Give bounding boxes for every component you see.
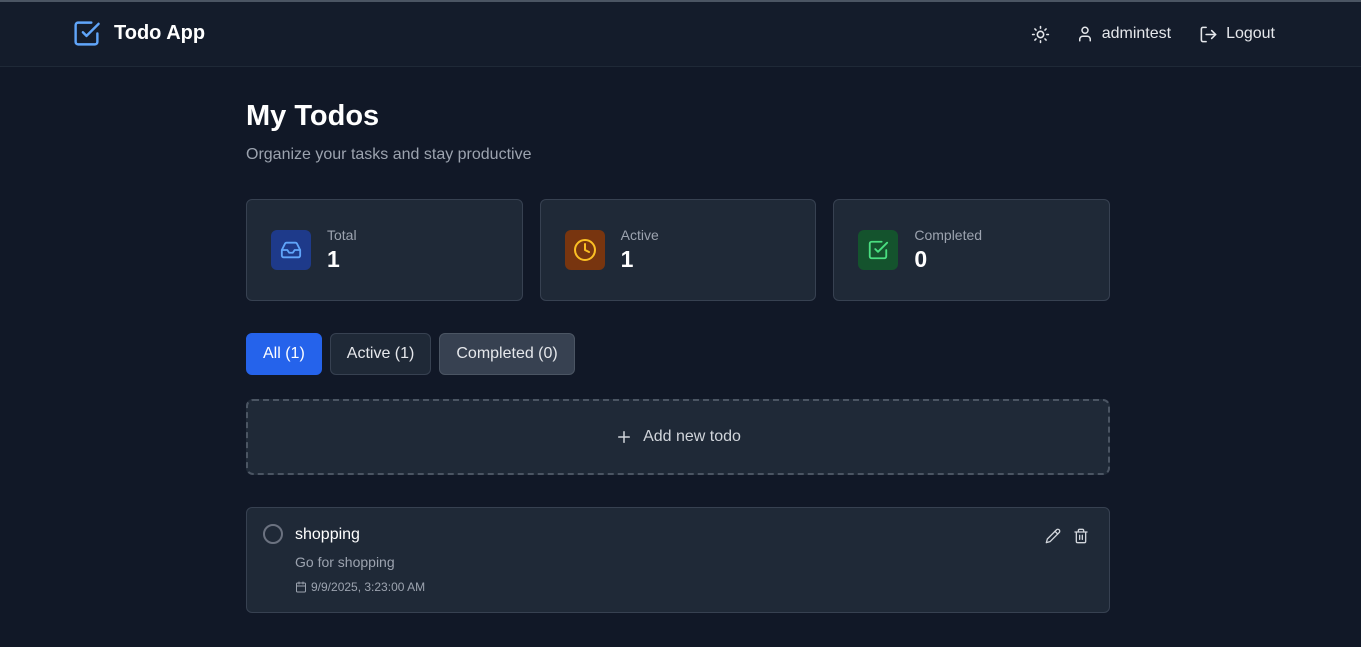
theme-toggle-button[interactable] xyxy=(1030,23,1052,45)
user-profile[interactable]: admintest xyxy=(1076,25,1171,43)
filter-completed-button[interactable]: Completed (0) xyxy=(439,333,575,375)
calendar-icon xyxy=(295,581,307,593)
logout-button[interactable]: Logout xyxy=(1199,25,1275,44)
logout-icon xyxy=(1199,25,1218,44)
pencil-icon xyxy=(1045,528,1061,544)
user-icon xyxy=(1076,25,1094,43)
plus-icon xyxy=(615,428,633,446)
check-square-logo-icon xyxy=(72,19,101,48)
filter-active-button[interactable]: Active (1) xyxy=(329,333,432,375)
todo-item: shopping Go for shopping 9/9/2025, 3:23:… xyxy=(246,507,1110,613)
page-title: My Todos xyxy=(246,100,380,132)
stat-value-total: 1 xyxy=(327,246,340,272)
filter-all-button[interactable]: All (1) xyxy=(246,333,322,375)
todo-description: Go for shopping xyxy=(295,554,395,570)
stat-label-total: Total xyxy=(327,227,357,243)
sun-icon xyxy=(1031,25,1050,44)
trash-icon xyxy=(1073,528,1089,544)
todo-complete-checkbox[interactable] xyxy=(263,524,283,544)
todo-date-text: 9/9/2025, 3:23:00 AM xyxy=(311,580,426,594)
stat-icon-box-completed xyxy=(858,230,899,270)
stat-icon-box-active xyxy=(564,230,605,270)
filter-tabs: All (1) Active (1) Completed (0) xyxy=(246,333,575,375)
stat-icon-box-total xyxy=(271,230,311,270)
todo-date: 9/9/2025, 3:23:00 AM xyxy=(295,580,425,594)
stat-value-active: 1 xyxy=(620,246,634,272)
username-label: admintest xyxy=(1101,25,1172,42)
stat-card-active: Active 1 xyxy=(539,199,817,301)
add-new-todo-button[interactable]: Add new todo xyxy=(246,399,1110,475)
stat-label-active: Active xyxy=(620,227,659,243)
clock-icon xyxy=(573,238,597,262)
stat-card-total: Total 1 xyxy=(246,199,523,301)
todo-actions xyxy=(1045,528,1089,544)
stat-value-completed: 0 xyxy=(914,246,928,272)
brand[interactable]: Todo App xyxy=(72,19,205,48)
app-header: Todo App admintest Logout xyxy=(0,2,1361,67)
stats-row: Total 1 Active 1 Completed 0 xyxy=(246,199,1111,301)
stat-card-completed: Completed 0 xyxy=(833,199,1111,301)
add-new-todo-label: Add new todo xyxy=(643,428,741,445)
check-square-icon xyxy=(867,239,889,261)
page-subtitle: Organize your tasks and stay productive xyxy=(246,146,532,163)
app-title: Todo App xyxy=(114,22,206,44)
edit-todo-button[interactable] xyxy=(1045,528,1061,544)
inbox-icon xyxy=(280,239,302,261)
todo-title: shopping xyxy=(295,526,360,543)
stat-label-completed: Completed xyxy=(914,227,983,243)
delete-todo-button[interactable] xyxy=(1073,528,1089,544)
logout-label: Logout xyxy=(1226,25,1275,42)
